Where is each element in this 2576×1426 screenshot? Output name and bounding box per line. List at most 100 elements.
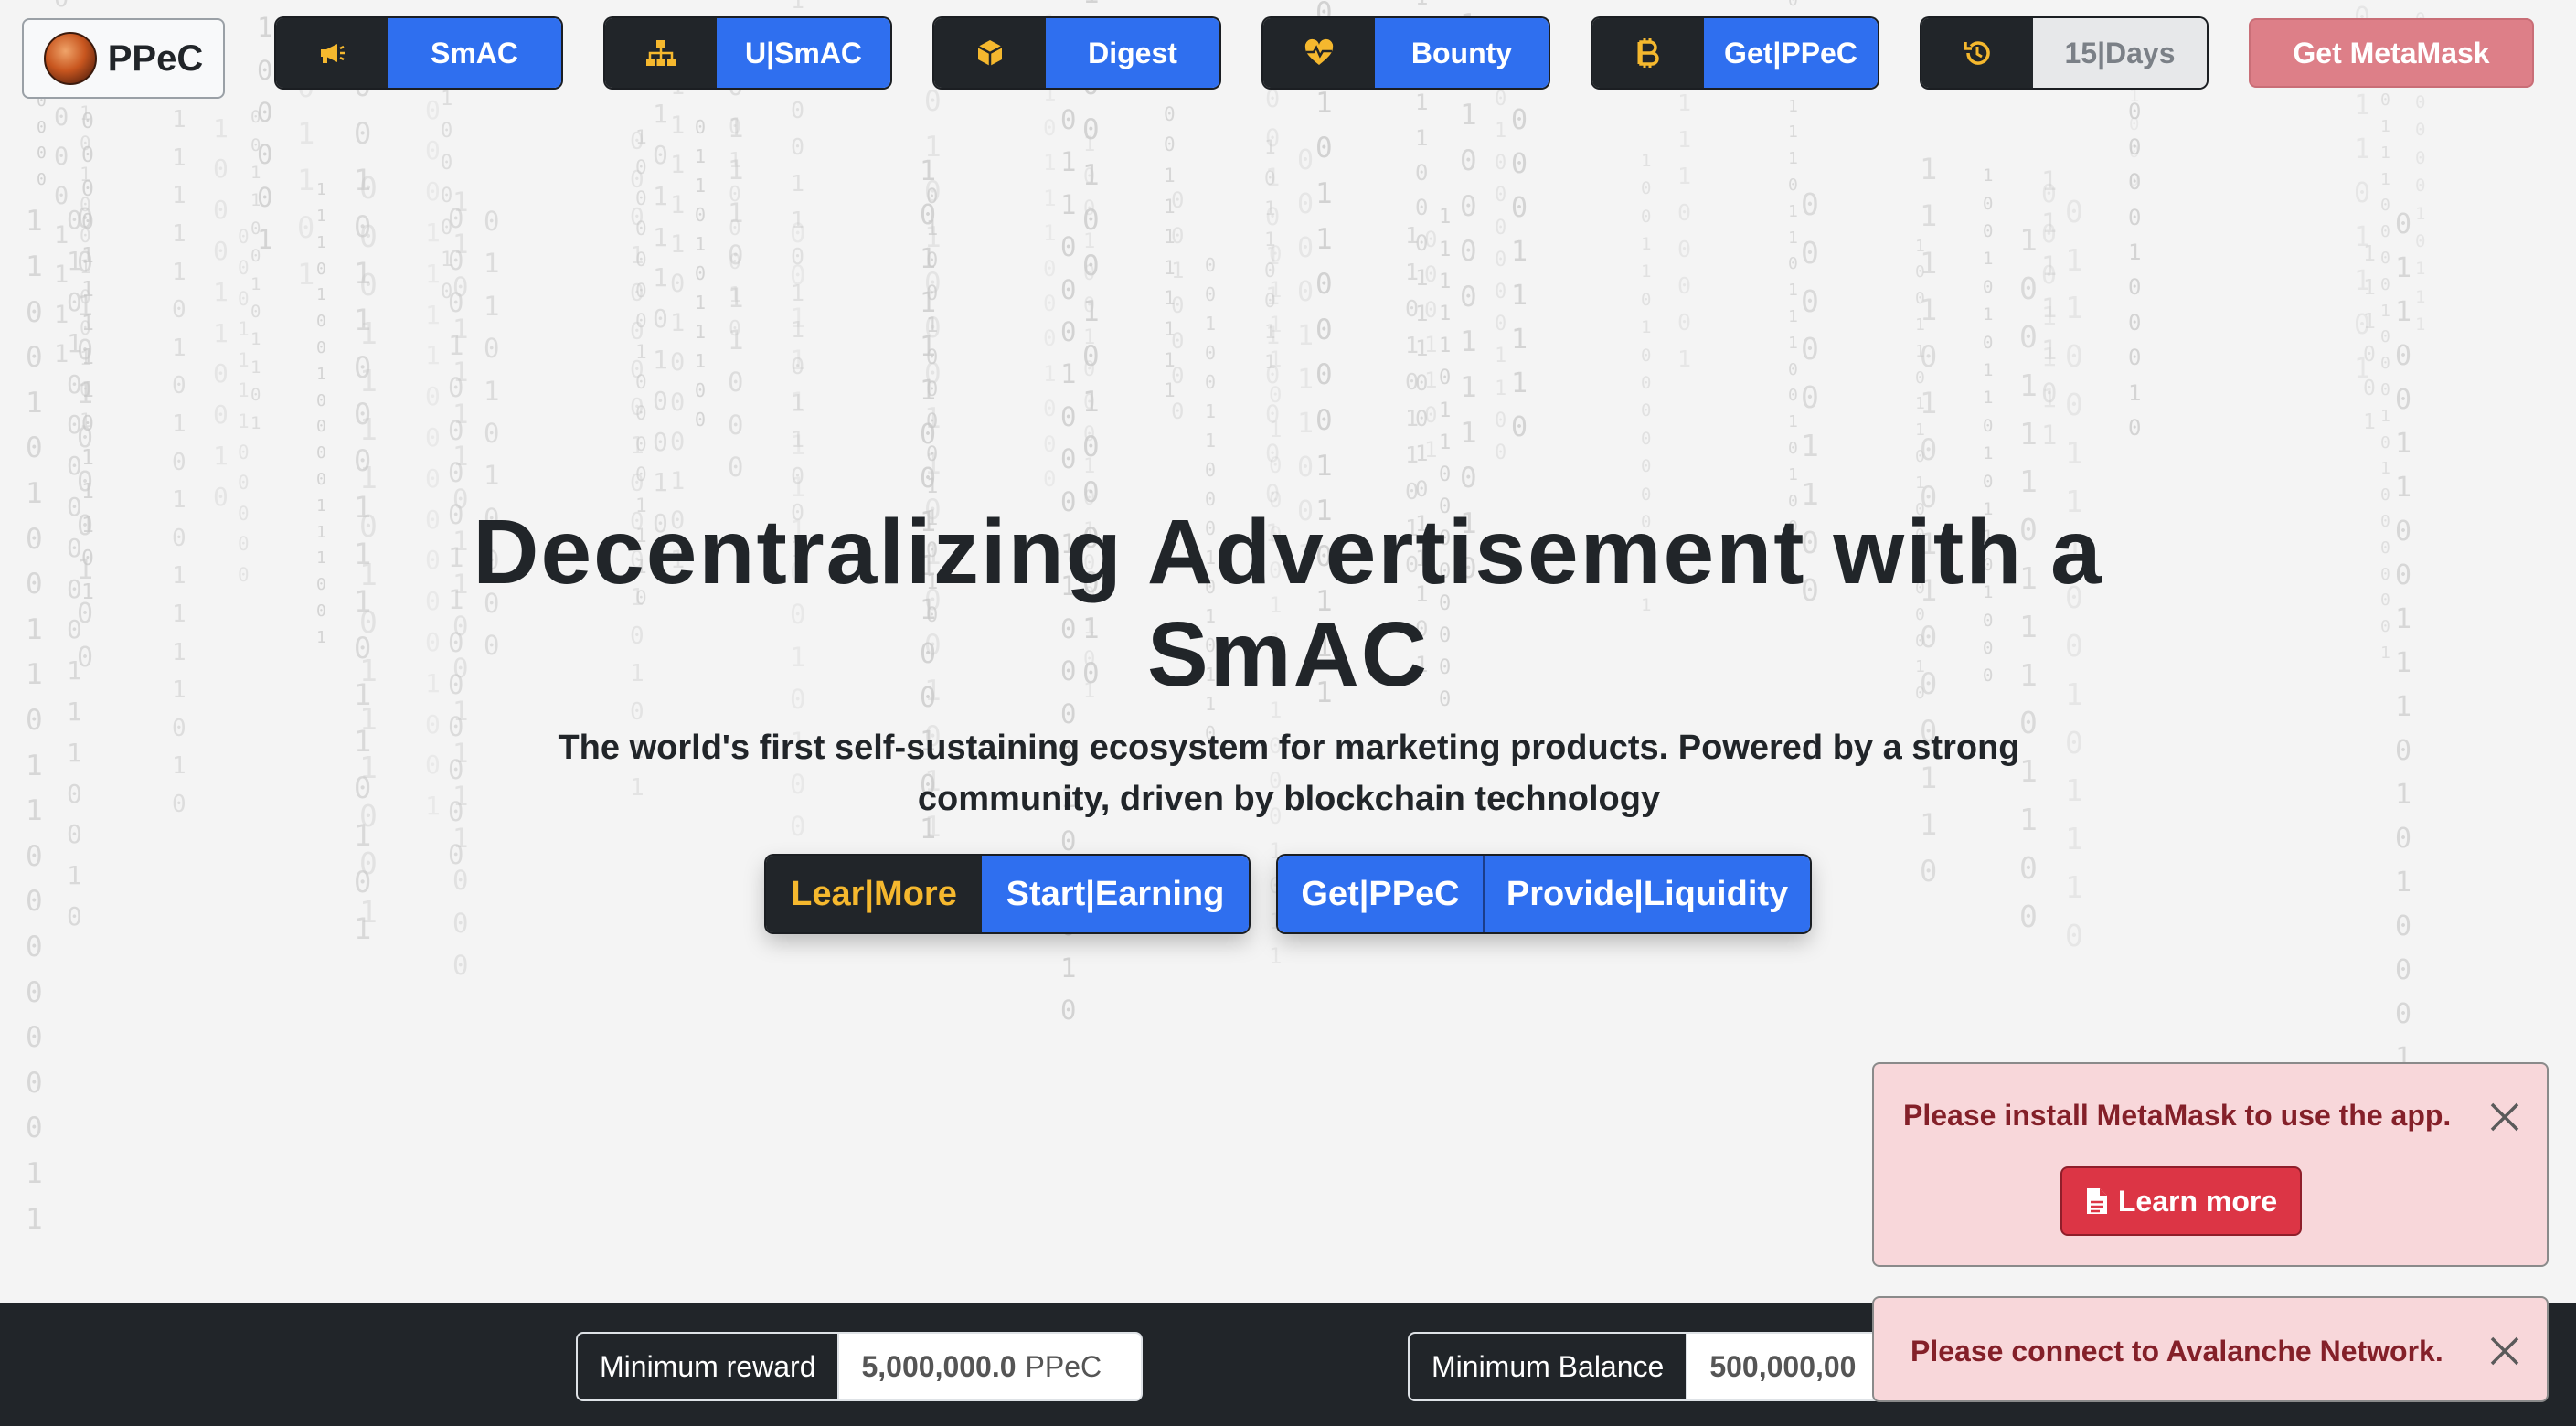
- binary-digit: 0: [26, 1021, 43, 1054]
- binary-digit: 0: [2128, 134, 2141, 160]
- binary-digit: 1: [316, 180, 326, 199]
- binary-digit: 0: [2019, 319, 2038, 355]
- binary-digit: 0: [1205, 459, 1216, 481]
- binary-digit: 1: [695, 233, 706, 255]
- binary-digit: 1: [484, 460, 499, 491]
- binary-digit: 1: [790, 472, 805, 503]
- binary-digit: 0: [1265, 361, 1280, 389]
- binary-digit: 0: [172, 296, 186, 324]
- binary-digit: 0: [297, 210, 314, 245]
- binary-digit: 0: [1043, 115, 1056, 141]
- binary-digit: 0: [791, 97, 804, 123]
- binary-digit: 0: [1171, 328, 1184, 354]
- get-metamask-button[interactable]: Get MetaMask: [2249, 18, 2534, 88]
- binary-digit: 1: [1677, 90, 1691, 116]
- binary-digit: 1: [26, 1157, 43, 1190]
- nav-smac-label: SmAC: [388, 18, 561, 88]
- binary-digit: 1: [2065, 821, 2083, 857]
- binary-digit: 1: [1405, 259, 1419, 285]
- binary-digit: 0: [2065, 918, 2083, 953]
- binary-digit: 1: [1641, 234, 1651, 254]
- binary-digit: 0: [425, 381, 441, 411]
- binary-digit: 1: [1915, 237, 1925, 256]
- binary-digit: 1: [2395, 296, 2411, 328]
- binary-digit: 0: [448, 203, 463, 234]
- binary-digit: 1: [354, 303, 371, 337]
- nav-digest-button[interactable]: Digest: [934, 18, 1219, 88]
- binary-digit: 1: [670, 467, 685, 495]
- binary-digit: 0: [1788, 439, 1798, 458]
- nav-get-ppec-button[interactable]: Get|PPeC: [1592, 18, 1878, 88]
- binary-digit: 1: [1460, 371, 1477, 404]
- binary-digit: 0: [1495, 217, 1506, 239]
- binary-digit: 0: [425, 422, 441, 452]
- binary-digit: 0: [2128, 99, 2141, 124]
- minimum-reward-stat: Minimum reward 5,000,000.0 PPeC: [576, 1332, 1143, 1401]
- binary-digit: 1: [2065, 290, 2083, 325]
- learn-more-metamask-button[interactable]: Learn more: [2060, 1166, 2302, 1236]
- binary-digit: 0: [484, 418, 499, 449]
- binary-digit: 0: [1265, 440, 1280, 468]
- binary-digit: 0: [1801, 283, 1819, 319]
- binary-digit: 0: [2065, 194, 2083, 229]
- binary-digit: 1: [67, 738, 82, 768]
- binary-digit: 1: [1788, 465, 1798, 484]
- binary-digit: 1: [1205, 400, 1216, 422]
- start-earning-button[interactable]: Start|Earning: [982, 856, 1249, 932]
- binary-digit: 0: [2019, 271, 2038, 306]
- binary-digit: 1: [1460, 325, 1477, 358]
- binary-digit: 1: [1060, 358, 1076, 389]
- binary-digit: 1: [297, 257, 314, 292]
- binary-digit: 1: [1920, 152, 1937, 186]
- binary-digit: 0: [1164, 133, 1176, 155]
- binary-digit: 1: [1405, 332, 1419, 358]
- minimum-reward-value-box: 5,000,000.0 PPeC: [839, 1334, 1124, 1399]
- binary-digit: 1: [1460, 99, 1477, 132]
- get-ppec-cta-button[interactable]: Get|PPeC: [1278, 856, 1483, 932]
- binary-digit: 1: [1043, 361, 1056, 387]
- binary-digit: 0: [2380, 433, 2390, 452]
- binary-digit: 0: [354, 443, 371, 478]
- binary-digit: 1: [2395, 779, 2411, 811]
- close-icon[interactable]: [2486, 1333, 2523, 1369]
- binary-digit: 1: [1788, 334, 1798, 353]
- binary-digit: 1: [1495, 378, 1506, 400]
- binary-digit: 1: [354, 911, 371, 946]
- binary-digit: 0: [354, 209, 371, 244]
- nav-usmac-button[interactable]: U|SmAC: [605, 18, 890, 88]
- binary-digit: 1: [2065, 869, 2083, 905]
- close-icon[interactable]: [2486, 1099, 2523, 1135]
- learn-more-button[interactable]: Lear|More: [766, 856, 982, 932]
- provide-liquidity-button[interactable]: Provide|Liquidity: [1483, 856, 1810, 932]
- binary-digit: 0: [2395, 823, 2411, 855]
- nav-bounty-button[interactable]: Bounty: [1263, 18, 1549, 88]
- file-icon: [2086, 1188, 2107, 1214]
- binary-digit: 0: [1297, 188, 1314, 220]
- network-toast-message: Please connect to Avalanche Network.: [1911, 1335, 2443, 1367]
- binary-digit: 1: [1788, 281, 1798, 300]
- binary-digit: 0: [257, 139, 272, 170]
- binary-digit: 0: [213, 154, 229, 184]
- binary-digit: 1: [250, 274, 261, 294]
- binary-digit: 0: [2395, 954, 2411, 986]
- binary-digit: 0: [1315, 268, 1333, 301]
- binary-digit: 0: [1495, 313, 1506, 335]
- binary-digit: 1: [1788, 122, 1798, 142]
- binary-digit: 0: [1641, 456, 1651, 476]
- nav-smac-button[interactable]: SmAC: [276, 18, 561, 88]
- binary-digit: 0: [2128, 169, 2141, 195]
- binary-digit: 1: [257, 224, 272, 255]
- binary-digit: 0: [1043, 325, 1056, 351]
- binary-digit: 1: [1983, 388, 1993, 408]
- binary-digit: 0: [1060, 231, 1076, 262]
- binary-digit: 0: [257, 97, 272, 128]
- nav-15-days-button[interactable]: 15|Days: [1921, 18, 2207, 88]
- brand-button[interactable]: PPeC: [22, 18, 225, 99]
- binary-digit: 0: [924, 357, 942, 390]
- binary-digit: 1: [1915, 420, 1925, 440]
- binary-digit: 0: [1082, 250, 1100, 282]
- binary-digit: 0: [54, 103, 69, 132]
- binary-digit: 0: [653, 427, 668, 457]
- binary-digit: 1: [2019, 222, 2038, 258]
- binary-digit: 0: [1043, 431, 1056, 457]
